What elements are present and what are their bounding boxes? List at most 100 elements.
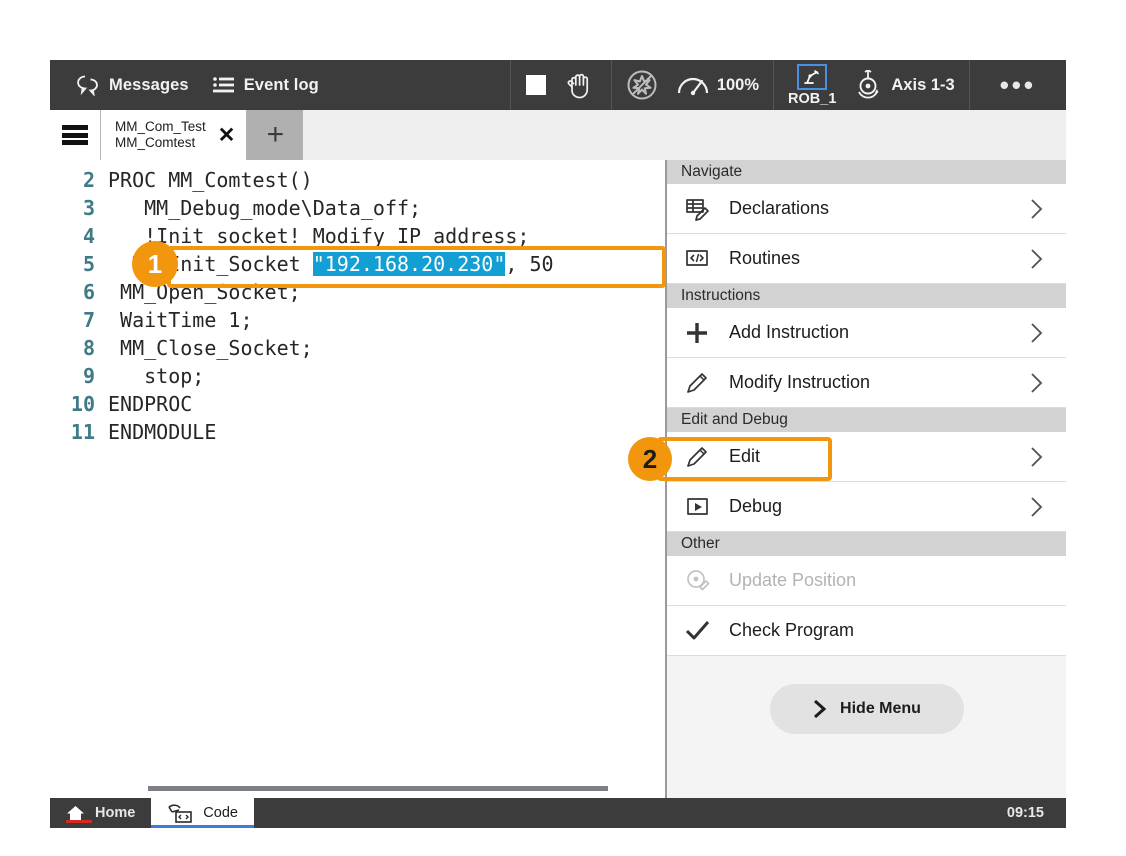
taskbar-code-label: Code [203,805,238,821]
line-text[interactable]: !Init socket! Modify IP address; [108,224,529,248]
line-number: 9 [50,364,108,388]
menu-item-edit[interactable]: Edit [667,432,1066,482]
hide-menu-button[interactable]: Hide Menu [770,684,964,734]
bottom-taskbar: Home Code 09:15 [50,798,1066,828]
code-active-underline [151,825,254,828]
messages-icon [76,74,100,96]
editor-horizontal-scrollbar[interactable] [148,786,608,791]
line-number: 11 [50,420,108,444]
taskbar-home-label: Home [95,805,135,821]
more-options-button[interactable]: ••• [969,60,1066,110]
home-icon [66,805,85,822]
line-text-post: , 50 [505,252,553,276]
code-line[interactable]: 3 MM_Debug_mode\Data_off; [50,196,665,224]
manual-hand-icon[interactable] [565,71,597,99]
top-status-bar: Messages Event log [50,60,1066,110]
line-text[interactable]: MM_Debug_mode\Data_off; [108,196,421,220]
event-log-button[interactable]: Event log [201,60,331,110]
stop-square-icon[interactable] [525,74,547,96]
hide-menu-label: Hide Menu [840,700,921,718]
jog-axis-icon[interactable] [852,70,884,100]
hamburger-bar [62,125,88,130]
operating-mode-group [510,60,611,110]
new-tab-button[interactable]: + [247,110,303,160]
tab-strip: MM_Com_Test MM_Comtest ✕ + [50,110,1066,161]
line-number: 4 [50,224,108,248]
menu-item-label: Check Program [729,620,854,641]
line-number: 7 [50,308,108,332]
line-number: 2 [50,168,108,192]
code-line[interactable]: 2PROC MM_Comtest() [50,168,665,196]
code-line[interactable]: 6 MM_Open_Socket; [50,280,665,308]
close-icon[interactable]: ✕ [216,125,238,146]
main-body: 2PROC MM_Comtest()3 MM_Debug_mode\Data_o… [50,160,1066,798]
menu-item-add-instruction[interactable]: Add Instruction [667,308,1066,358]
hamburger-bar [62,133,88,138]
line-text[interactable]: WaitTime 1; [108,308,253,332]
pencil-icon [685,371,729,395]
menu-item-declarations[interactable]: Declarations [667,184,1066,234]
menu-item-debug[interactable]: Debug [667,482,1066,532]
taskbar-item-code[interactable]: Code [151,798,254,828]
event-log-label: Event log [244,76,319,95]
menu-item-label: Modify Instruction [729,372,870,393]
code-line[interactable]: 8 MM_Close_Socket; [50,336,665,364]
robot-axis-group: ROB_1 Axis 1-3 [773,60,969,110]
line-number: 10 [50,392,108,416]
line-number: 3 [50,196,108,220]
line-text[interactable]: MM_Open_Socket; [108,280,301,304]
chevron-right-icon [1030,446,1044,468]
menu-item-label: Update Position [729,570,856,591]
messages-label: Messages [109,76,189,95]
robot-code-icon [167,803,193,823]
hamburger-menu-icon[interactable] [50,110,101,160]
messages-button[interactable]: Messages [64,60,201,110]
annotation-badge-2: 2 [628,437,672,481]
menu-item-label: Debug [729,496,782,517]
context-menu-panel: NavigateDeclarationsRoutinesInstructions… [667,160,1066,798]
chevron-right-icon [1030,322,1044,344]
taskbar-item-home[interactable]: Home [50,798,151,828]
line-number: 6 [50,280,108,304]
line-text[interactable]: MM_Close_Socket; [108,336,313,360]
update-position-icon [685,569,729,593]
line-text[interactable]: PROC MM_Comtest() [108,168,313,192]
code-line[interactable]: 7 WaitTime 1; [50,308,665,336]
annotation-badge-1: 1 [132,241,178,287]
menu-item-update-position: Update Position [667,556,1066,606]
line-text[interactable]: stop; [108,364,204,388]
menu-item-check-program[interactable]: Check Program [667,606,1066,656]
chevron-right-icon [1030,372,1044,394]
pencil-icon [685,445,729,469]
topbar-left-group: Messages Event log [50,60,510,110]
menu-section-header: Other [667,532,1066,556]
chevron-right-icon [1030,198,1044,220]
declarations-table-edit-icon [685,197,729,221]
code-lines[interactable]: 2PROC MM_Comtest()3 MM_Debug_mode\Data_o… [50,168,665,448]
code-line[interactable]: 9 stop; [50,364,665,392]
chevron-right-icon [1030,248,1044,270]
code-line[interactable]: 10ENDPROC [50,392,665,420]
robot-selector[interactable]: ROB_1 [788,64,836,107]
line-number: 8 [50,336,108,360]
line-text[interactable]: ENDPROC [108,392,192,416]
ellipsis-icon: ••• [1000,80,1036,90]
document-tab-titles: MM_Com_Test MM_Comtest [115,119,206,151]
hamburger-bar [62,140,88,145]
line-number: 5 [50,252,108,276]
selected-text[interactable]: "192.168.20.230" [313,252,506,276]
menu-item-routines[interactable]: Routines [667,234,1066,284]
menu-item-label: Declarations [729,198,829,219]
menu-item-modify-instruction[interactable]: Modify Instruction [667,358,1066,408]
document-tab[interactable]: MM_Com_Test MM_Comtest ✕ [101,110,247,160]
routines-code-icon [685,247,729,271]
document-tab-line1: MM_Com_Test [115,119,206,135]
line-text[interactable]: ENDMODULE [108,420,216,444]
menu-section-header: Instructions [667,284,1066,308]
speed-gauge-icon[interactable] [676,72,710,98]
jog-label: Axis 1-3 [891,76,954,95]
code-line[interactable]: 11ENDMODULE [50,420,665,448]
teach-pendant-screen: Messages Event log [50,60,1066,828]
motors-off-icon[interactable] [626,69,658,101]
menu-item-label: Edit [729,446,760,467]
